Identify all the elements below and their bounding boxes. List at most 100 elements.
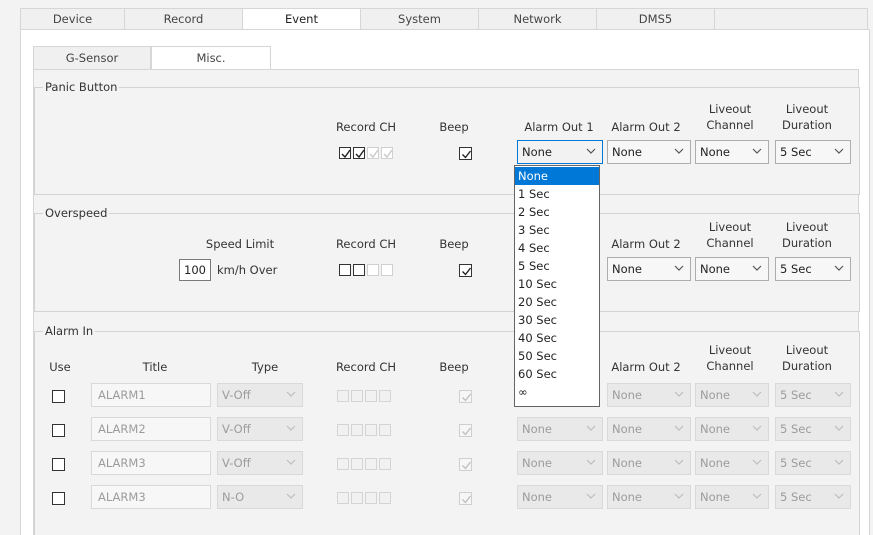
tab-dms5[interactable]: DMS5 xyxy=(596,8,714,30)
alarm-in-row4-liveout-channel-select[interactable]: None xyxy=(695,485,769,509)
subtab-g-sensor[interactable]: G-Sensor xyxy=(33,46,151,70)
alarm-in-row3-beep-checkbox[interactable] xyxy=(459,458,472,471)
alarm-in-row4-type-select[interactable]: N-O xyxy=(217,485,303,509)
alarm-in-row3-ch4-checkbox[interactable] xyxy=(379,458,391,470)
alarm-in-row3-liveout-channel-select[interactable]: None xyxy=(695,451,769,475)
dropdown-option[interactable]: 30 Sec xyxy=(515,311,599,329)
overspeed-beep-label: Beep xyxy=(439,237,469,251)
alarm-in-row3-use-checkbox[interactable] xyxy=(52,458,65,471)
dropdown-option[interactable]: 2 Sec xyxy=(515,203,599,221)
tab-device[interactable]: Device xyxy=(20,8,124,30)
alarm-in-row1-liveout-duration-select[interactable]: 5 Sec xyxy=(775,383,851,407)
alarm-in-row1-type-select[interactable]: V-Off xyxy=(217,383,303,407)
alarm-in-row4-liveout-duration-select[interactable]: 5 Sec xyxy=(775,485,851,509)
alarm-in-row4-beep-checkbox[interactable] xyxy=(459,492,472,505)
alarm-in-row4-use-checkbox[interactable] xyxy=(52,492,65,505)
panic-ch1-checkbox[interactable] xyxy=(339,147,351,159)
alarm-out-1-dropdown-list: None 1 Sec 2 Sec 3 Sec 4 Sec 5 Sec 10 Se… xyxy=(514,165,600,407)
panic-beep-checkbox[interactable] xyxy=(459,147,472,160)
overspeed-liveout-channel-select[interactable]: None xyxy=(695,257,769,281)
dropdown-option[interactable]: 4 Sec xyxy=(515,239,599,257)
dropdown-option[interactable]: None xyxy=(515,167,599,185)
alarm-in-row2-type-select[interactable]: V-Off xyxy=(217,417,303,441)
alarm-in-row4-alarm-out-1-select[interactable]: None xyxy=(517,485,603,509)
subtab-misc[interactable]: Misc. xyxy=(151,46,271,70)
overspeed-alarm-out-2-select[interactable]: None xyxy=(607,257,691,281)
panic-liveout-duration-select[interactable]: 5 Sec xyxy=(775,140,851,164)
chevron-down-icon xyxy=(752,459,762,465)
overspeed-liveout-duration-select[interactable]: 5 Sec xyxy=(775,257,851,281)
alarm-in-row4-title-input[interactable]: ALARM3 xyxy=(91,485,211,509)
alarm-in-row1-use-checkbox[interactable] xyxy=(52,390,65,403)
speed-limit-input[interactable]: 100 xyxy=(179,259,211,281)
alarm-in-row2-ch2-checkbox[interactable] xyxy=(351,424,363,436)
alarm-in-row4-ch4-checkbox[interactable] xyxy=(379,492,391,504)
alarm-in-row2-alarm-out-1-select[interactable]: None xyxy=(517,417,603,441)
tab-network[interactable]: Network xyxy=(478,8,596,30)
overspeed-group: Overspeed Speed Limit Record CH Beep Ala… xyxy=(34,206,860,312)
dropdown-option[interactable]: 40 Sec xyxy=(515,329,599,347)
alarm-in-row3-title-input[interactable]: ALARM3 xyxy=(91,451,211,475)
alarm-in-row3-type-select[interactable]: V-Off xyxy=(217,451,303,475)
overspeed-ch3-checkbox[interactable] xyxy=(367,264,379,276)
tab-record[interactable]: Record xyxy=(124,8,242,30)
alarm-in-alarm-out-2-label: Alarm Out 2 xyxy=(611,360,681,374)
dropdown-option[interactable]: 5 Sec xyxy=(515,257,599,275)
overspeed-liveout-duration-label-2: Duration xyxy=(782,236,832,250)
tab-event[interactable]: Event xyxy=(242,8,360,30)
overspeed-ch1-checkbox[interactable] xyxy=(339,264,351,276)
alarm-in-row1-ch3-checkbox[interactable] xyxy=(365,390,377,402)
alarm-in-row2-title-input[interactable]: ALARM2 xyxy=(91,417,211,441)
panic-liveout-channel-select[interactable]: None xyxy=(695,140,769,164)
overspeed-ch2-checkbox[interactable] xyxy=(353,264,365,276)
overspeed-beep-checkbox[interactable] xyxy=(459,264,472,277)
dropdown-option[interactable]: 3 Sec xyxy=(515,221,599,239)
panic-ch2-checkbox[interactable] xyxy=(353,147,365,159)
alarm-in-row2-use-checkbox[interactable] xyxy=(52,424,65,437)
alarm-in-row2-ch3-checkbox[interactable] xyxy=(365,424,377,436)
alarm-in-type-label: Type xyxy=(251,360,279,374)
alarm-in-row1-ch4-checkbox[interactable] xyxy=(379,390,391,402)
alarm-in-row2-ch4-checkbox[interactable] xyxy=(379,424,391,436)
alarm-in-row2-alarm-out-2-select[interactable]: None xyxy=(607,417,691,441)
alarm-in-row2-beep-checkbox[interactable] xyxy=(459,424,472,437)
alarm-in-row1-title-input[interactable]: ALARM1 xyxy=(91,383,211,407)
dropdown-option[interactable]: 1 Sec xyxy=(515,185,599,203)
panic-alarm-out-1-select[interactable]: None xyxy=(517,140,603,164)
alarm-in-row4-ch2-checkbox[interactable] xyxy=(351,492,363,504)
alarm-in-row4-ch3-checkbox[interactable] xyxy=(365,492,377,504)
panic-ch3-checkbox[interactable] xyxy=(367,147,379,159)
alarm-in-row3-alarm-out-2-select[interactable]: None xyxy=(607,451,691,475)
chevron-down-icon xyxy=(286,493,296,499)
alarm-in-row2-ch1-checkbox[interactable] xyxy=(337,424,349,436)
alarm-in-row4-ch1-checkbox[interactable] xyxy=(337,492,349,504)
alarm-in-row2-liveout-channel-select[interactable]: None xyxy=(695,417,769,441)
alarm-in-row3-alarm-out-1-select[interactable]: None xyxy=(517,451,603,475)
overspeed-ch4-checkbox[interactable] xyxy=(381,264,393,276)
dropdown-option[interactable]: 10 Sec xyxy=(515,275,599,293)
dropdown-option[interactable]: 50 Sec xyxy=(515,347,599,365)
chevron-down-icon xyxy=(674,425,684,431)
panic-alarm-out-2-select[interactable]: None xyxy=(607,140,691,164)
alarm-in-row1-alarm-out-2-select[interactable]: None xyxy=(607,383,691,407)
alarm-in-row1-ch2-checkbox[interactable] xyxy=(351,390,363,402)
alarm-in-row1-beep-checkbox[interactable] xyxy=(459,390,472,403)
alarm-in-group: Alarm In Use Title Type Record CH Beep A… xyxy=(34,324,860,535)
panic-beep-label: Beep xyxy=(439,120,469,134)
alarm-in-row3-liveout-duration-select[interactable]: 5 Sec xyxy=(775,451,851,475)
alarm-in-row1-liveout-channel-select[interactable]: None xyxy=(695,383,769,407)
alarm-in-row3-ch3-checkbox[interactable] xyxy=(365,458,377,470)
tab-system[interactable]: System xyxy=(360,8,478,30)
panic-ch4-checkbox[interactable] xyxy=(381,147,393,159)
dropdown-option[interactable]: 60 Sec xyxy=(515,365,599,383)
alarm-in-row4-alarm-out-2-select[interactable]: None xyxy=(607,485,691,509)
overspeed-record-ch-group xyxy=(339,264,393,276)
alarm-in-row3-ch1-checkbox[interactable] xyxy=(337,458,349,470)
alarm-in-row2-liveout-duration-select[interactable]: 5 Sec xyxy=(775,417,851,441)
alarm-in-row3-ch2-checkbox[interactable] xyxy=(351,458,363,470)
dropdown-option[interactable]: ∞ xyxy=(515,383,599,401)
alarm-in-row3-alarm-out-2-value: None xyxy=(612,456,643,470)
panic-button-title: Panic Button xyxy=(43,80,120,94)
alarm-in-row1-ch1-checkbox[interactable] xyxy=(337,390,349,402)
dropdown-option[interactable]: 20 Sec xyxy=(515,293,599,311)
